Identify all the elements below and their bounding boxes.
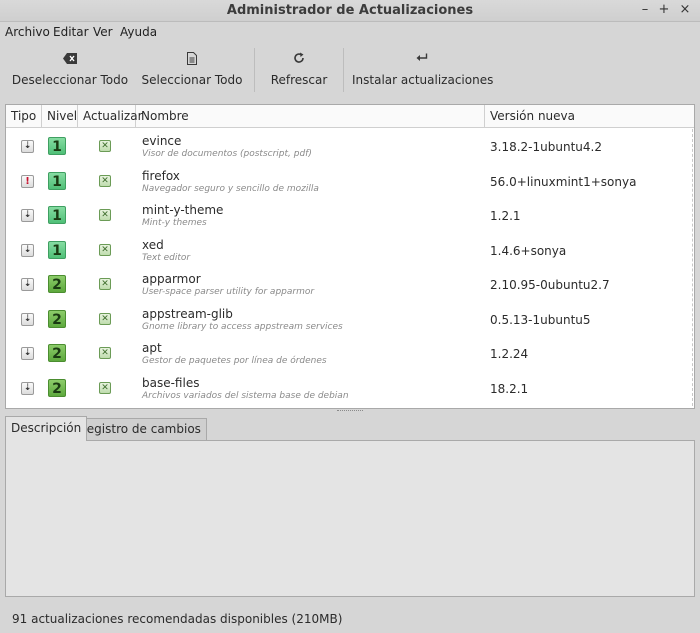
package-update-icon: ⇣ xyxy=(21,140,34,153)
package-name: appstream-glib xyxy=(142,306,233,321)
toolbar-separator xyxy=(254,48,255,92)
column-version[interactable]: Versión nueva xyxy=(485,105,694,128)
level-badge: 1 xyxy=(48,240,66,259)
status-text: 91 actualizaciones recomendadas disponib… xyxy=(12,612,343,626)
updates-table: Tipo Nivel Actualizar Nombre Versión nue… xyxy=(5,104,695,409)
level-badge: 2 xyxy=(48,344,66,362)
enter-icon xyxy=(352,50,492,66)
update-checkbox[interactable]: ✕ xyxy=(99,140,111,152)
package-update-icon: ⇣ xyxy=(21,312,34,326)
package-name: xed xyxy=(142,237,164,252)
level-badge: 2 xyxy=(48,309,66,328)
menu-archivo[interactable]: Archivo xyxy=(5,25,50,39)
update-checkbox[interactable]: ✕ xyxy=(99,312,111,325)
package-description: Text editor xyxy=(142,252,191,263)
table-row[interactable]: ⇣ 2 ✕ base-files Archivos variados del siste… xyxy=(6,371,694,406)
package-description: Gnome library to access appstream servic… xyxy=(142,321,343,332)
column-type[interactable]: Tipo xyxy=(6,105,42,128)
package-name: apparmor xyxy=(142,272,201,286)
close-button[interactable]: × xyxy=(677,2,693,18)
package-new-version: 1.2.1 xyxy=(490,209,521,223)
column-name[interactable]: Nombre xyxy=(136,105,485,128)
select-all-label: Seleccionar Todo xyxy=(141,73,243,87)
level-badge: 1 xyxy=(48,206,66,224)
package-description: User-space parser utility for apparmor xyxy=(142,287,315,297)
level-badge: 2 xyxy=(48,275,66,293)
refresh-label: Refrescar xyxy=(270,73,328,87)
table-row[interactable]: ! 1 ✕ firefox Navegador seguro y sencillo de… xyxy=(6,164,694,199)
deselect-all-button[interactable]: Deseleccionar Todo xyxy=(10,42,130,100)
scrollbar[interactable] xyxy=(690,129,693,406)
minimize-button[interactable]: – xyxy=(637,2,653,18)
package-new-version: 1.4.6+sonya xyxy=(490,243,567,258)
package-description: Archivos variados del sistema base de de… xyxy=(142,390,349,401)
package-name: evince xyxy=(142,134,182,148)
package-new-version: 1.2.24 xyxy=(490,347,529,361)
table-row[interactable]: ⇣ 1 ✕ evince Visor de documentos (postscript… xyxy=(6,129,694,164)
package-update-icon: ⇣ xyxy=(21,278,34,291)
tab-changelog[interactable]: Registro de cambios xyxy=(73,418,207,440)
table-row[interactable]: ⇣ 1 ✕ mint-y-theme Mint-y themes 1.2.1 xyxy=(6,198,694,233)
package-update-icon: ⇣ xyxy=(21,209,34,222)
window-title: Administrador de Actualizaciones xyxy=(226,3,474,18)
menu-ver[interactable]: Ver xyxy=(93,25,113,39)
backspace-icon xyxy=(10,50,130,66)
package-description: Mint-y themes xyxy=(142,218,207,228)
table-row[interactable]: ⇣ 1 ✕ xed Text editor 1.4.6+sonya xyxy=(6,233,694,268)
pane-resize-handle[interactable] xyxy=(337,410,363,413)
document-icon xyxy=(140,50,244,66)
install-updates-label: Instalar actualizaciones xyxy=(352,73,494,87)
package-update-icon: ⇣ xyxy=(21,243,34,257)
package-name: mint-y-theme xyxy=(142,203,224,217)
update-checkbox[interactable]: ✕ xyxy=(99,174,111,187)
description-pane xyxy=(5,440,695,597)
package-name: base-files xyxy=(142,375,200,390)
package-new-version: 2.10.95-0ubuntu2.7 xyxy=(490,278,610,292)
column-update[interactable]: Actualizar xyxy=(78,105,143,128)
refresh-button[interactable]: Refrescar xyxy=(264,42,334,100)
package-new-version: 56.0+linuxmint1+sonya xyxy=(490,174,637,189)
package-new-version: 18.2.1 xyxy=(490,381,529,396)
menu-editar[interactable]: Editar xyxy=(53,25,89,39)
package-description: Visor de documentos (postscript, pdf) xyxy=(142,149,312,159)
update-manager-window: Administrador de Actualizaciones – + × A… xyxy=(0,0,700,633)
column-level[interactable]: Nivel xyxy=(42,105,78,128)
update-checkbox[interactable]: ✕ xyxy=(99,243,111,256)
title-bar: Administrador de Actualizaciones – + × xyxy=(0,0,700,22)
maximize-button[interactable]: + xyxy=(656,2,672,18)
refresh-icon xyxy=(264,50,334,66)
table-header: Tipo Nivel Actualizar Nombre Versión nue… xyxy=(6,105,694,128)
package-name: apt xyxy=(142,341,162,355)
deselect-all-label: Deseleccionar Todo xyxy=(11,73,129,87)
security-update-icon: ! xyxy=(21,174,34,188)
table-row[interactable]: ⇣ 2 ✕ apt Gestor de paquetes por línea de ór… xyxy=(6,336,694,371)
install-updates-button[interactable]: Instalar actualizaciones xyxy=(352,42,494,100)
level-badge: 1 xyxy=(48,171,66,190)
package-update-icon: ⇣ xyxy=(21,381,34,395)
table-row[interactable]: ⇣ 2 ✕ apparmor User-space parser utility for… xyxy=(6,267,694,302)
package-description: Gestor de paquetes por línea de órdenes xyxy=(142,356,327,366)
update-checkbox[interactable]: ✕ xyxy=(99,209,111,221)
level-badge: 2 xyxy=(48,378,66,397)
package-new-version: 3.18.2-1ubuntu4.2 xyxy=(490,140,602,154)
select-all-button[interactable]: Seleccionar Todo xyxy=(140,42,244,100)
update-checkbox[interactable]: ✕ xyxy=(99,347,111,359)
package-update-icon: ⇣ xyxy=(21,347,34,360)
update-checkbox[interactable]: ✕ xyxy=(99,381,111,394)
menu-ayuda[interactable]: Ayuda xyxy=(120,25,157,39)
package-new-version: 0.5.13-1ubuntu5 xyxy=(490,312,591,327)
table-row[interactable]: ⇣ 2 ✕ appstream-glib Gnome library to access… xyxy=(6,302,694,337)
level-badge: 1 xyxy=(48,137,66,155)
update-checkbox[interactable]: ✕ xyxy=(99,278,111,290)
package-name: firefox xyxy=(142,168,180,183)
toolbar: Deseleccionar Todo Seleccionar Todo Refr… xyxy=(0,42,700,100)
package-description: Navegador seguro y sencillo de mozilla xyxy=(142,183,319,194)
toolbar-separator xyxy=(343,48,344,92)
menu-bar: Archivo Editar Ver Ayuda xyxy=(0,22,700,42)
tab-description[interactable]: Descripción xyxy=(5,416,88,441)
